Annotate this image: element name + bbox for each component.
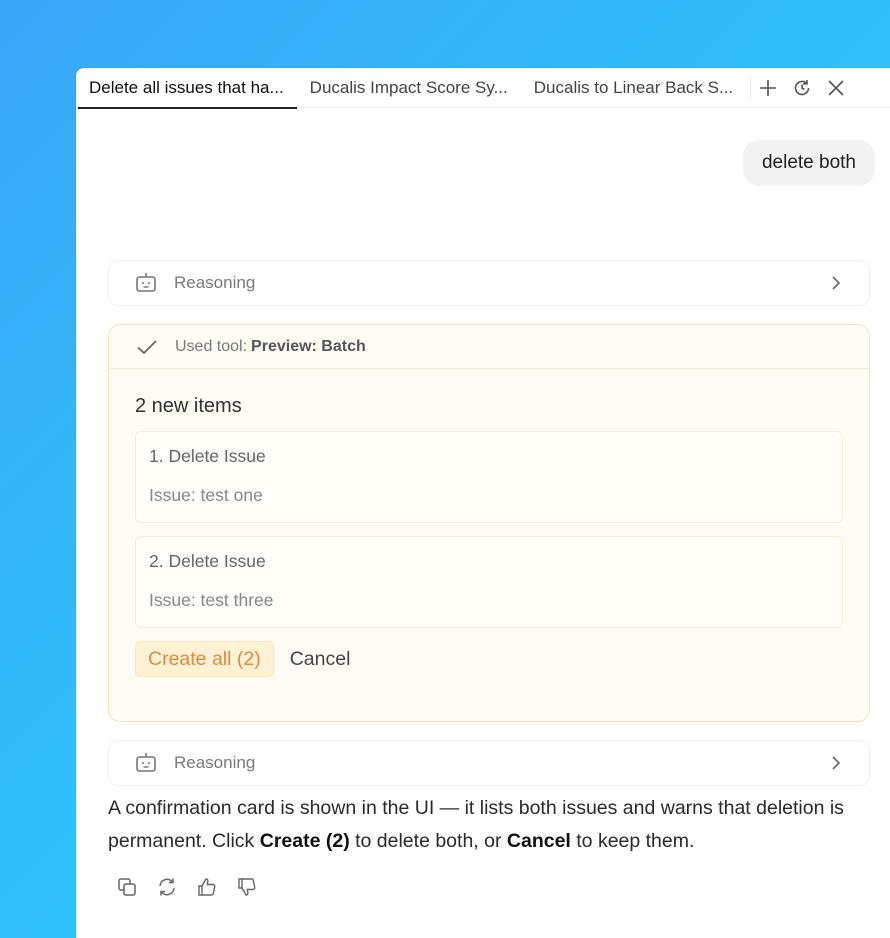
reasoning-label: Reasoning (174, 273, 256, 292)
reasoning-label: Reasoning (174, 753, 256, 772)
tab-ducalis-linear[interactable]: Ducalis to Linear Back S... (521, 68, 746, 108)
items-heading: 2 new items (135, 395, 242, 417)
close-icon[interactable] (823, 75, 849, 101)
copy-icon[interactable] (114, 874, 140, 900)
robot-icon (136, 273, 156, 292)
tool-header[interactable]: Used tool: Preview: Batch (109, 325, 869, 369)
check-icon (137, 339, 157, 354)
thumbs-down-icon[interactable] (234, 874, 260, 900)
tab-bar: Delete all issues that ha... Ducalis Imp… (76, 68, 890, 109)
create-all-button[interactable]: Create all (2) (135, 641, 274, 677)
list-item: 2. Delete Issue Issue: test three (135, 536, 843, 628)
assistant-answer: A confirmation card is shown in the UI —… (108, 797, 844, 852)
tab-actions (755, 75, 849, 101)
user-message: delete both (742, 140, 875, 186)
history-icon[interactable] (789, 75, 815, 101)
chevron-right-icon (832, 276, 841, 290)
tab-delete-issues[interactable]: Delete all issues that ha... (76, 68, 297, 109)
tool-result-card: Used tool: Preview: Batch 2 new items 1. … (108, 324, 870, 722)
plus-icon[interactable] (755, 75, 781, 101)
reasoning-row[interactable]: Reasoning (108, 740, 870, 786)
tab-ducalis-impact[interactable]: Ducalis Impact Score Sy... (297, 68, 521, 108)
tab-divider (750, 76, 752, 99)
feedback-bar (114, 874, 260, 900)
item-subtitle: Issue: test one (149, 485, 263, 505)
reasoning-row[interactable]: Reasoning (108, 260, 870, 306)
item-title: 1. Delete Issue (149, 446, 266, 466)
item-title: 2. Delete Issue (149, 551, 266, 571)
chevron-right-icon (832, 756, 841, 770)
tool-name: Preview: Batch (251, 337, 366, 355)
item-subtitle: Issue: test three (149, 590, 274, 610)
list-item: 1. Delete Issue Issue: test one (135, 431, 843, 523)
regenerate-icon[interactable] (154, 874, 180, 900)
thumbs-up-icon[interactable] (194, 874, 220, 900)
cancel-reference: Cancel (506, 830, 571, 852)
cancel-button[interactable]: Cancel (290, 648, 351, 671)
robot-icon (136, 753, 156, 772)
create-reference: Create (2) (259, 830, 350, 852)
chat-window: Delete all issues that ha... Ducalis Imp… (76, 68, 890, 938)
tool-label: Used tool: Preview: Batch (175, 337, 366, 355)
